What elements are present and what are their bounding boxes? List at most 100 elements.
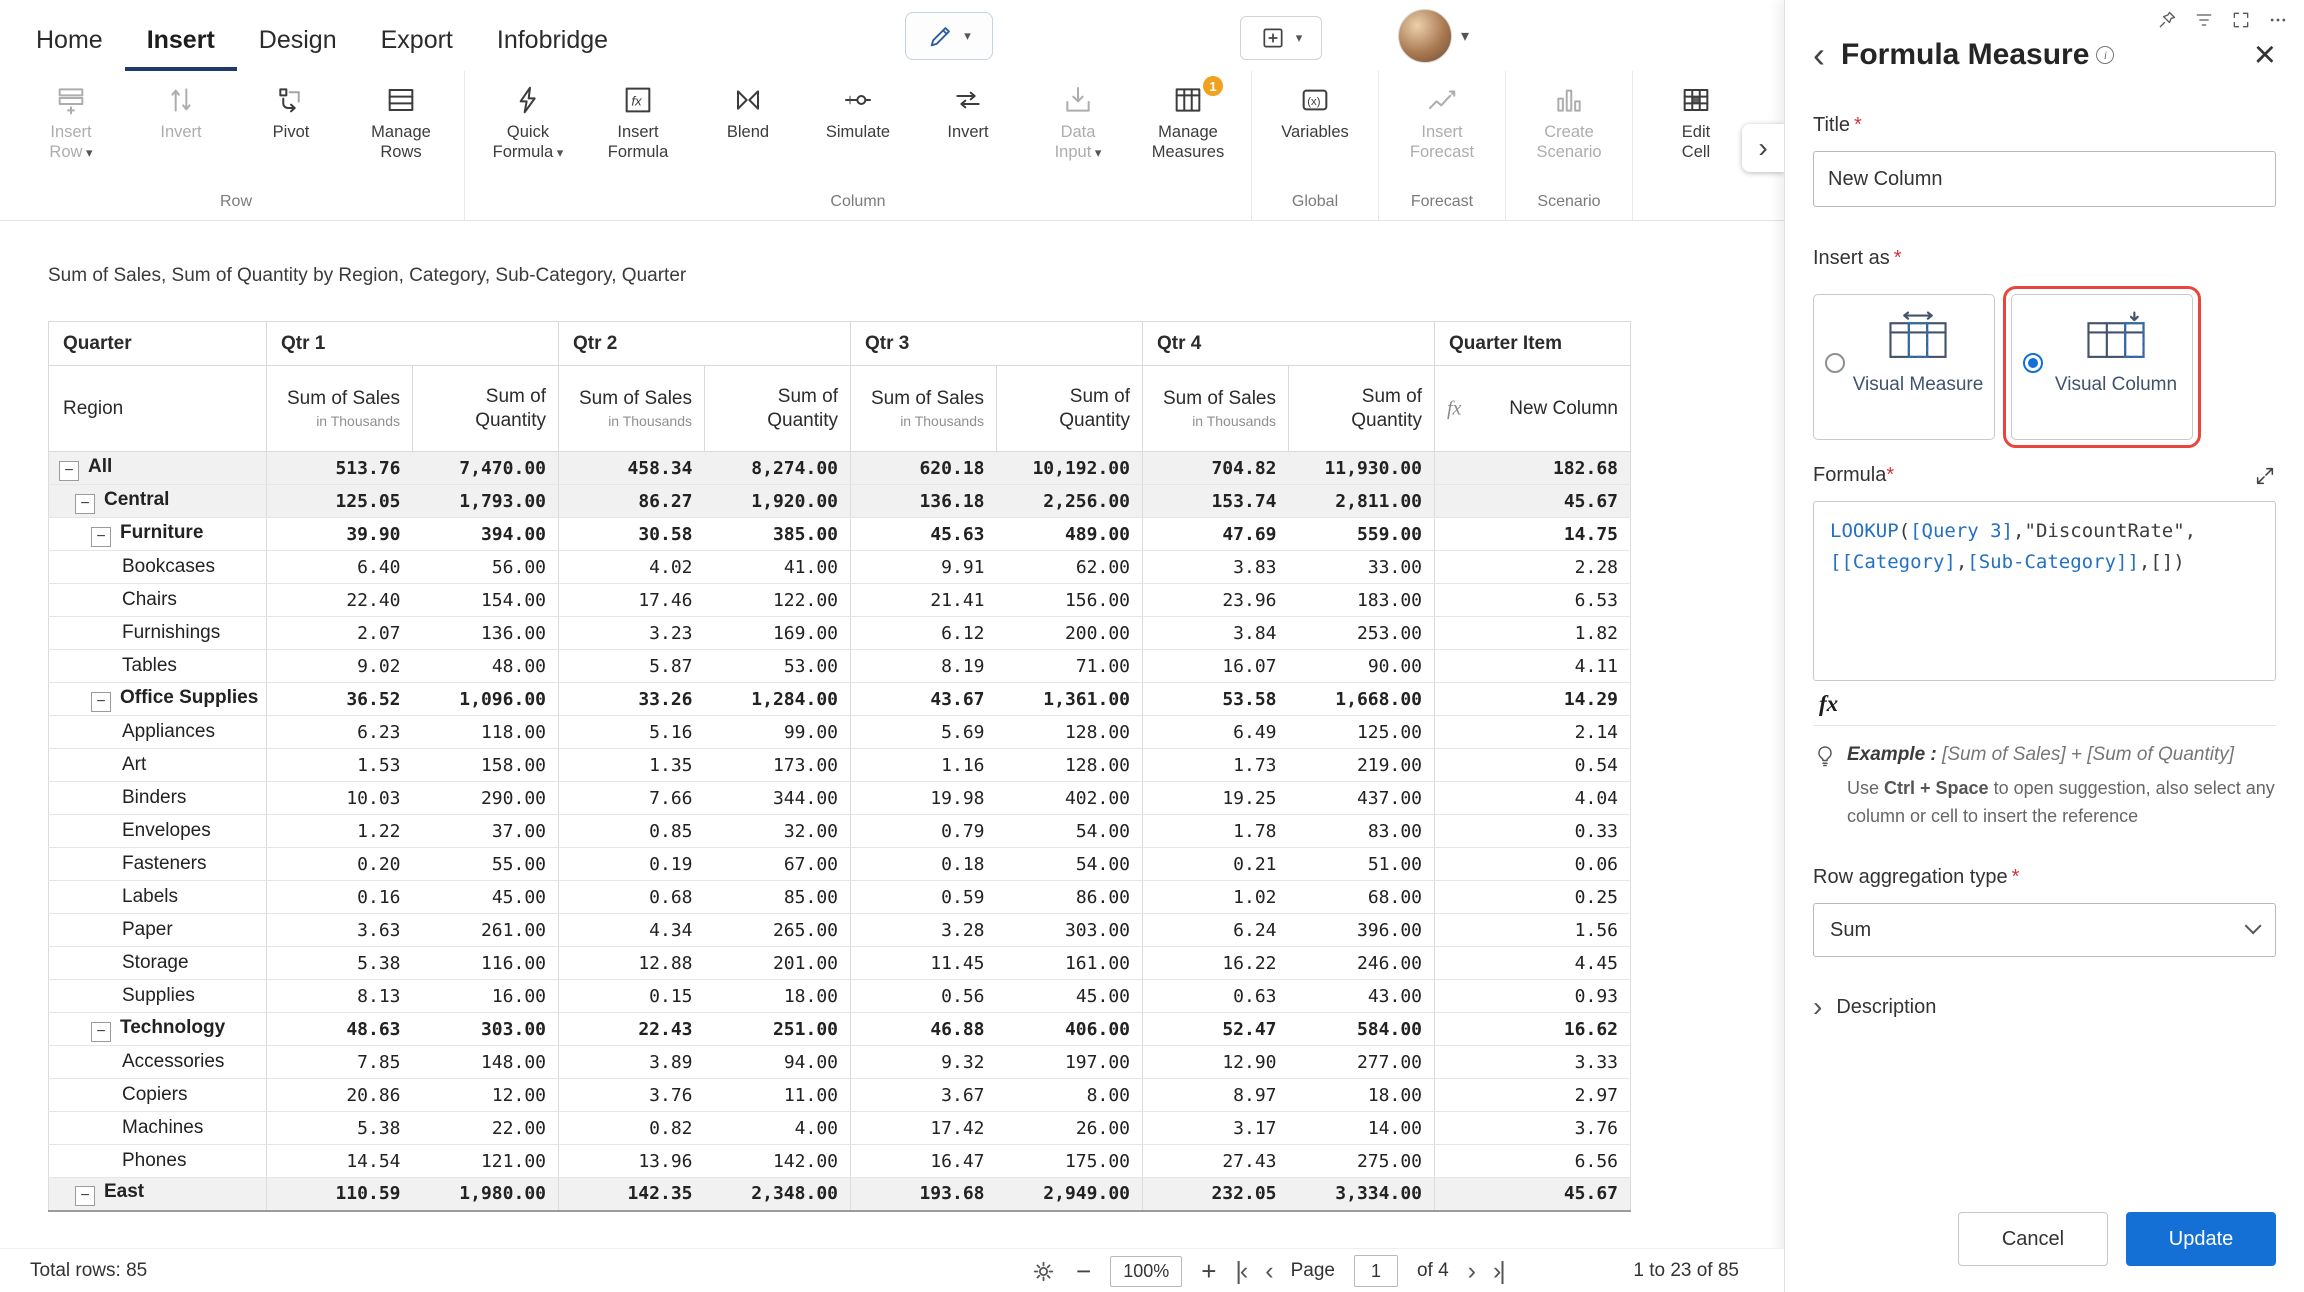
option-visual-column[interactable]: Visual Column bbox=[2011, 294, 2193, 440]
value-cell[interactable]: 303.00 bbox=[997, 914, 1143, 947]
value-cell[interactable]: 62.00 bbox=[997, 551, 1143, 584]
value-cell[interactable]: 9.02 bbox=[267, 650, 413, 683]
value-cell[interactable]: 45.67 bbox=[1435, 485, 1631, 518]
row-label[interactable]: Chairs bbox=[49, 584, 267, 617]
row-label[interactable]: Labels bbox=[49, 881, 267, 914]
value-cell[interactable]: 1,096.00 bbox=[413, 683, 559, 716]
ribbon-button-data-input[interactable]: DataInput ▾ bbox=[1023, 75, 1133, 190]
value-cell[interactable]: 22.43 bbox=[559, 1013, 705, 1046]
value-cell[interactable]: 175.00 bbox=[997, 1145, 1143, 1178]
value-cell[interactable]: 153.74 bbox=[1143, 485, 1289, 518]
value-cell[interactable]: 9.32 bbox=[851, 1046, 997, 1079]
ribbon-button-invert-rows[interactable]: Invert bbox=[126, 75, 236, 190]
value-cell[interactable]: 232.05 bbox=[1143, 1178, 1289, 1211]
value-cell[interactable]: 16.07 bbox=[1143, 650, 1289, 683]
more-options-icon[interactable] bbox=[2268, 10, 2288, 30]
value-cell[interactable]: 6.12 bbox=[851, 617, 997, 650]
value-cell[interactable]: 90.00 bbox=[1289, 650, 1435, 683]
value-cell[interactable]: 158.00 bbox=[413, 749, 559, 782]
value-cell[interactable]: 43.00 bbox=[1289, 980, 1435, 1013]
row-label[interactable]: −East bbox=[49, 1178, 267, 1211]
value-cell[interactable]: 26.00 bbox=[997, 1112, 1143, 1145]
value-cell[interactable]: 136.00 bbox=[413, 617, 559, 650]
value-cell[interactable]: 0.85 bbox=[559, 815, 705, 848]
ribbon-button-invert-columns[interactable]: Invert bbox=[913, 75, 1023, 190]
value-cell[interactable]: 265.00 bbox=[705, 914, 851, 947]
value-cell[interactable]: 22.00 bbox=[413, 1112, 559, 1145]
value-cell[interactable]: 620.18 bbox=[851, 452, 997, 485]
value-cell[interactable]: 8,274.00 bbox=[705, 452, 851, 485]
value-cell[interactable]: 20.86 bbox=[267, 1079, 413, 1112]
value-cell[interactable]: 136.18 bbox=[851, 485, 997, 518]
value-cell[interactable]: 246.00 bbox=[1289, 947, 1435, 980]
value-cell[interactable]: 83.00 bbox=[1289, 815, 1435, 848]
value-cell[interactable]: 43.67 bbox=[851, 683, 997, 716]
value-cell[interactable]: 48.00 bbox=[413, 650, 559, 683]
column-group-header[interactable]: Quarter bbox=[49, 322, 267, 366]
value-cell[interactable]: 0.15 bbox=[559, 980, 705, 1013]
value-cell[interactable]: 5.38 bbox=[267, 947, 413, 980]
previous-page-button[interactable]: ‹ bbox=[1265, 1257, 1271, 1286]
collapse-icon[interactable]: − bbox=[75, 494, 95, 514]
row-label[interactable]: −Office Supplies bbox=[49, 683, 267, 716]
value-cell[interactable]: 344.00 bbox=[705, 782, 851, 815]
value-cell[interactable]: 3.76 bbox=[559, 1079, 705, 1112]
row-label[interactable]: Bookcases bbox=[49, 551, 267, 584]
value-cell[interactable]: 6.40 bbox=[267, 551, 413, 584]
column-group-header[interactable]: Qtr 2 bbox=[559, 322, 851, 366]
value-cell[interactable]: 56.00 bbox=[413, 551, 559, 584]
value-cell[interactable]: 3,334.00 bbox=[1289, 1178, 1435, 1211]
value-cell[interactable]: 0.56 bbox=[851, 980, 997, 1013]
value-cell[interactable]: 14.00 bbox=[1289, 1112, 1435, 1145]
expand-editor-icon[interactable] bbox=[2254, 465, 2276, 487]
value-cell[interactable]: 55.00 bbox=[413, 848, 559, 881]
value-cell[interactable]: 154.00 bbox=[413, 584, 559, 617]
value-cell[interactable]: 277.00 bbox=[1289, 1046, 1435, 1079]
value-cell[interactable]: 290.00 bbox=[413, 782, 559, 815]
value-cell[interactable]: 14.29 bbox=[1435, 683, 1631, 716]
value-cell[interactable]: 2,811.00 bbox=[1289, 485, 1435, 518]
radio-checked-icon[interactable] bbox=[2023, 353, 2043, 373]
value-cell[interactable]: 2,348.00 bbox=[705, 1178, 851, 1211]
value-cell[interactable]: 6.49 bbox=[1143, 716, 1289, 749]
row-label[interactable]: −All bbox=[49, 452, 267, 485]
value-cell[interactable]: 7,470.00 bbox=[413, 452, 559, 485]
value-cell[interactable]: 122.00 bbox=[705, 584, 851, 617]
value-cell[interactable]: 4.34 bbox=[559, 914, 705, 947]
value-cell[interactable]: 559.00 bbox=[1289, 518, 1435, 551]
value-cell[interactable]: 5.38 bbox=[267, 1112, 413, 1145]
zoom-level[interactable]: 100% bbox=[1110, 1256, 1182, 1287]
value-cell[interactable]: 3.63 bbox=[267, 914, 413, 947]
value-cell[interactable]: 16.62 bbox=[1435, 1013, 1631, 1046]
value-cell[interactable]: 12.88 bbox=[559, 947, 705, 980]
value-cell[interactable]: 1.82 bbox=[1435, 617, 1631, 650]
value-cell[interactable]: 6.56 bbox=[1435, 1145, 1631, 1178]
value-cell[interactable]: 86.00 bbox=[997, 881, 1143, 914]
value-cell[interactable]: 8.19 bbox=[851, 650, 997, 683]
row-label[interactable]: Paper bbox=[49, 914, 267, 947]
value-cell[interactable]: 5.87 bbox=[559, 650, 705, 683]
new-column-header[interactable]: fxNew Column bbox=[1435, 366, 1631, 452]
value-cell[interactable]: 19.98 bbox=[851, 782, 997, 815]
value-cell[interactable]: 3.28 bbox=[851, 914, 997, 947]
value-cell[interactable]: 0.54 bbox=[1435, 749, 1631, 782]
value-cell[interactable]: 53.58 bbox=[1143, 683, 1289, 716]
value-cell[interactable]: 23.96 bbox=[1143, 584, 1289, 617]
value-cell[interactable]: 10,192.00 bbox=[997, 452, 1143, 485]
value-cell[interactable]: 6.24 bbox=[1143, 914, 1289, 947]
value-cell[interactable]: 1,980.00 bbox=[413, 1178, 559, 1211]
value-cell[interactable]: 0.82 bbox=[559, 1112, 705, 1145]
ribbon-button-pivot[interactable]: Pivot bbox=[236, 75, 346, 190]
row-label[interactable]: Tables bbox=[49, 650, 267, 683]
tab-home[interactable]: Home bbox=[14, 26, 125, 71]
value-cell[interactable]: 110.59 bbox=[267, 1178, 413, 1211]
value-cell[interactable]: 54.00 bbox=[997, 848, 1143, 881]
value-cell[interactable]: 118.00 bbox=[413, 716, 559, 749]
collapse-icon[interactable]: − bbox=[91, 1022, 111, 1042]
value-cell[interactable]: 32.00 bbox=[705, 815, 851, 848]
value-cell[interactable]: 0.25 bbox=[1435, 881, 1631, 914]
aggregation-select[interactable]: Sum bbox=[1813, 903, 2276, 957]
value-cell[interactable]: 45.00 bbox=[413, 881, 559, 914]
collapse-icon[interactable]: − bbox=[75, 1186, 95, 1206]
value-cell[interactable]: 22.40 bbox=[267, 584, 413, 617]
